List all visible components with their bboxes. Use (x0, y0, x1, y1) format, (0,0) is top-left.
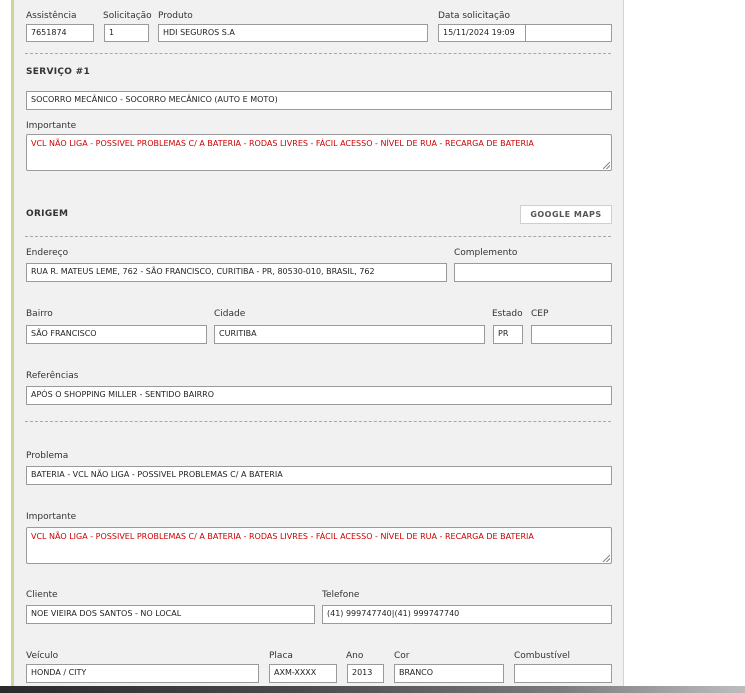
problema-importante-label: Importante (26, 512, 77, 522)
cor-field[interactable]: BRANCO (394, 664, 504, 683)
resize-grip-icon[interactable] (603, 555, 610, 562)
data-solicitacao-label: Data solicitação (438, 11, 511, 21)
veiculo-label: Veículo (26, 651, 59, 661)
ano-field[interactable]: 2013 (347, 664, 384, 683)
assistencia-field[interactable]: 7651874 (26, 24, 94, 42)
referencias-label: Referências (26, 371, 79, 381)
bairro-label: Bairro (26, 309, 53, 319)
endereco-field[interactable]: RUA R. MATEUS LEME, 762 - SÃO FRANCISCO,… (26, 263, 447, 282)
cep-label: CEP (531, 309, 549, 319)
telefone-field[interactable]: (41) 999747740|(41) 999747740 (322, 605, 612, 624)
assistencia-label: Assistência (26, 11, 77, 21)
ano-label: Ano (346, 651, 364, 661)
cidade-label: Cidade (214, 309, 246, 319)
complemento-label: Complemento (454, 248, 518, 258)
veiculo-field[interactable]: HONDA / CITY (26, 664, 259, 683)
origem-title: ORIGEM (26, 209, 69, 219)
complemento-field[interactable] (454, 263, 612, 282)
servico-field[interactable]: SOCORRO MECÂNICO - SOCORRO MECÂNICO (AUT… (26, 91, 612, 110)
estado-field[interactable]: PR (493, 325, 523, 344)
endereco-label: Endereço (26, 248, 69, 258)
servico-importante-text: VCL NÃO LIGA - POSSIVEL PROBLEMAS C/ A B… (31, 139, 534, 148)
problema-importante-text: VCL NÃO LIGA - POSSIVEL PROBLEMAS C/ A B… (31, 532, 534, 541)
cidade-field[interactable]: CURITIBA (214, 325, 485, 344)
bairro-field[interactable]: SÃO FRANCISCO (26, 325, 207, 344)
problema-field[interactable]: BATERIA - VCL NÃO LIGA - POSSIVEL PROBLE… (26, 466, 612, 485)
servico-title: SERVIÇO #1 (26, 67, 91, 77)
produto-label: Produto (158, 11, 193, 21)
cep-field[interactable] (531, 325, 612, 344)
placa-label: Placa (269, 651, 293, 661)
data-solicitacao-extra-field[interactable] (525, 24, 612, 42)
divider (25, 53, 611, 54)
referencias-field[interactable]: APÓS O SHOPPING MILLER - SENTIDO BAIRRO (26, 386, 612, 405)
resize-grip-icon[interactable] (603, 162, 610, 169)
divider (25, 236, 611, 237)
cliente-label: Cliente (26, 590, 58, 600)
taskbar-strip (0, 686, 745, 693)
data-solicitacao-field[interactable]: 15/11/2024 19:09 (438, 24, 526, 42)
combustivel-field[interactable] (514, 664, 612, 683)
problema-label: Problema (26, 451, 69, 461)
telefone-label: Telefone (322, 590, 360, 600)
solicitacao-label: Solicitação (103, 11, 152, 21)
produto-field[interactable]: HDI SEGUROS S.A (158, 24, 428, 42)
cor-label: Cor (394, 651, 410, 661)
problema-importante-textarea[interactable]: VCL NÃO LIGA - POSSIVEL PROBLEMAS C/ A B… (26, 527, 612, 564)
servico-importante-textarea[interactable]: VCL NÃO LIGA - POSSIVEL PROBLEMAS C/ A B… (26, 134, 612, 171)
cliente-field[interactable]: NOE VIEIRA DOS SANTOS - NO LOCAL (26, 605, 315, 624)
google-maps-button[interactable]: GOOGLE MAPS (520, 205, 612, 224)
solicitacao-field[interactable]: 1 (104, 24, 149, 42)
divider (25, 421, 611, 422)
servico-importante-label: Importante (26, 121, 77, 131)
estado-label: Estado (492, 309, 523, 319)
combustivel-label: Combustível (514, 651, 571, 661)
placa-field[interactable]: AXM-XXXX (269, 664, 337, 683)
